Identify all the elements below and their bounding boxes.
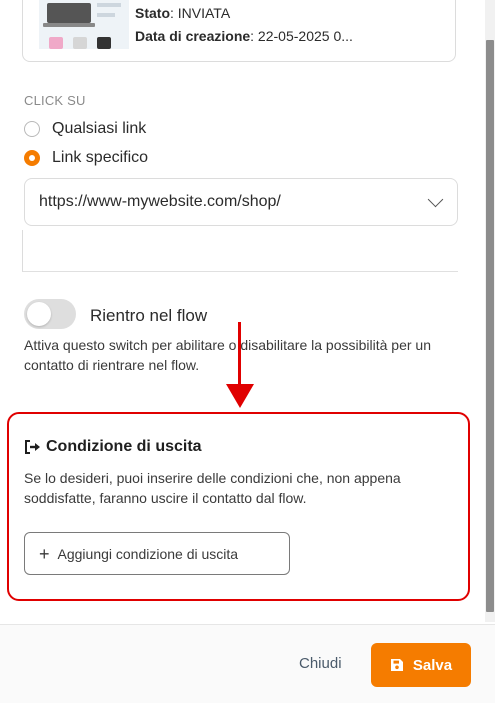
save-button[interactable]: Salva <box>371 643 471 687</box>
reentry-toggle[interactable] <box>24 299 76 329</box>
toggle-knob <box>27 302 51 326</box>
add-exit-condition-label: Aggiungi condizione di uscita <box>57 545 239 562</box>
chevron-down-icon <box>427 191 444 207</box>
annotation-arrow-shaft <box>238 322 241 392</box>
scrollbar-thumb[interactable] <box>486 40 494 612</box>
radio-label: Link specifico <box>52 149 149 166</box>
click-section-label: CLICK SU <box>24 93 86 108</box>
exit-condition-title: Condizione di uscita <box>24 438 202 456</box>
radio-button[interactable] <box>24 121 40 137</box>
empty-field[interactable] <box>22 230 458 272</box>
exit-condition-title-text: Condizione di uscita <box>46 438 202 455</box>
reentry-helper-text: Attiva questo switch per abilitare o dis… <box>24 337 431 373</box>
email-status: Stato: INVIATA <box>135 5 231 21</box>
reentry-toggle-label: Rientro nel flow <box>90 306 208 325</box>
save-label: Salva <box>412 656 453 674</box>
sign-out-icon <box>24 439 42 455</box>
email-card: Stato: INVIATA Data di creazione: 22-05-… <box>22 0 456 62</box>
plus-icon: + <box>39 543 50 564</box>
scrollbar[interactable] <box>485 0 495 622</box>
radio-specific-link[interactable]: Link specifico <box>24 149 148 167</box>
save-icon <box>390 659 403 671</box>
add-exit-condition-button[interactable]: + Aggiungi condizione di uscita <box>24 532 290 575</box>
close-button[interactable]: Chiudi <box>299 655 342 672</box>
exit-condition-description: Se lo desideri, puoi inserire delle cond… <box>24 470 401 506</box>
email-thumbnail <box>39 0 129 49</box>
link-select-value: https://www-mywebsite.com/shop/ <box>39 193 281 210</box>
email-created-date: Data di creazione: 22-05-2025 0... <box>135 28 353 44</box>
annotation-arrow-head <box>226 384 254 408</box>
link-select[interactable]: https://www-mywebsite.com/shop/ <box>24 178 458 226</box>
radio-any-link[interactable]: Qualsiasi link <box>24 120 146 138</box>
radio-label: Qualsiasi link <box>52 120 147 137</box>
radio-button-checked[interactable] <box>24 150 40 166</box>
